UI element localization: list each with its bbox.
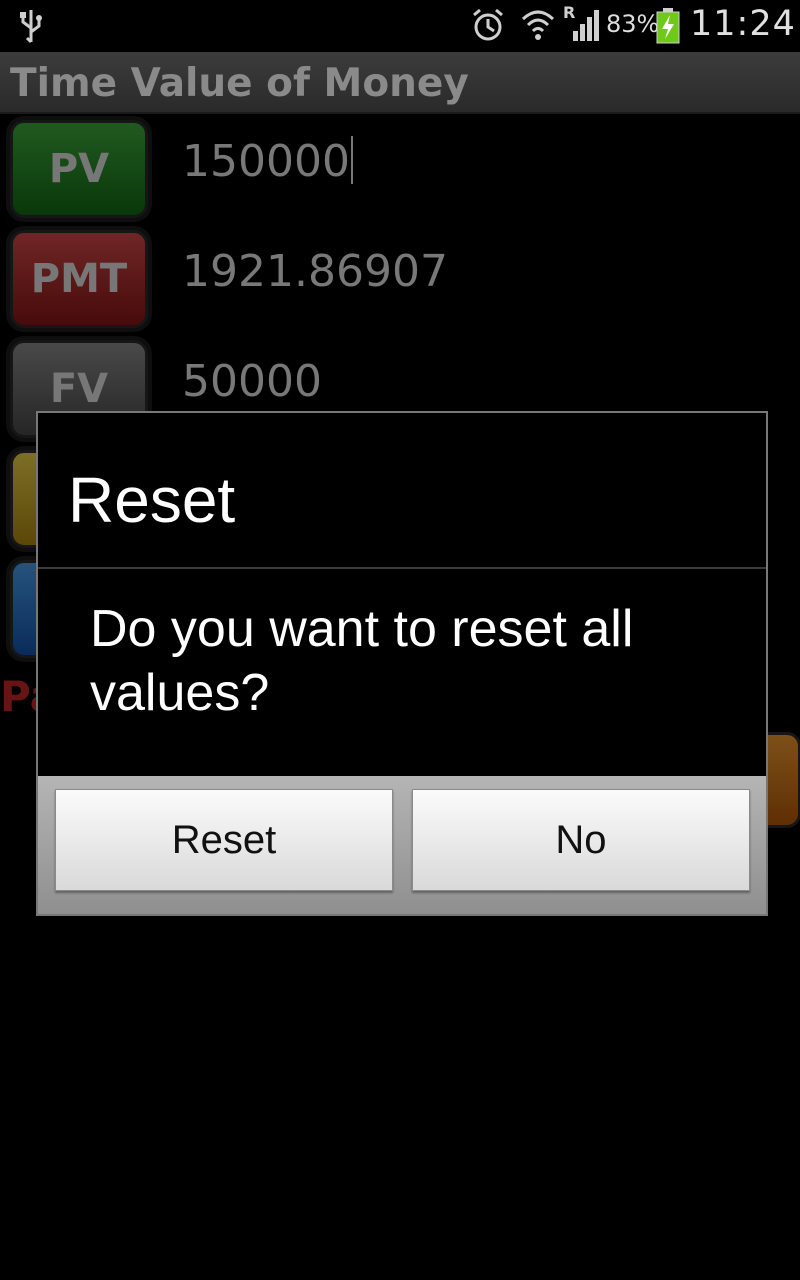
pv-value: 150000 [182,136,350,187]
app-title: Time Value of Money [10,61,469,106]
pv-input[interactable]: 150000 [182,136,353,187]
dialog-button-bar: Reset No [38,776,766,914]
reset-dialog: Reset Do you want to reset all values? R… [36,411,768,916]
app-title-bar: Time Value of Money [0,52,800,114]
status-bar: R 83% 11:24 [0,0,800,50]
no-button[interactable]: No [412,789,750,891]
alarm-icon [473,8,503,41]
pmt-row: PMT 1921.86907 [0,224,800,332]
pmt-value[interactable]: 1921.86907 [182,246,448,297]
dialog-title: Reset [68,464,236,536]
battery-percent: 83% [606,10,660,38]
text-cursor [350,136,353,184]
pv-row: PV 150000 [0,114,800,222]
wifi-icon [521,10,555,40]
clock: 11:24 [690,4,796,44]
pmt-button[interactable]: PMT [10,230,148,328]
usb-icon [20,10,42,44]
battery-charging-icon [656,8,680,44]
dialog-divider [38,567,766,569]
dialog-message: Do you want to reset all values? [90,600,634,722]
fv-value[interactable]: 50000 [182,356,322,407]
signal-icon: R [563,3,603,45]
pv-button[interactable]: PV [10,120,148,218]
reset-confirm-button[interactable]: Reset [55,789,393,891]
